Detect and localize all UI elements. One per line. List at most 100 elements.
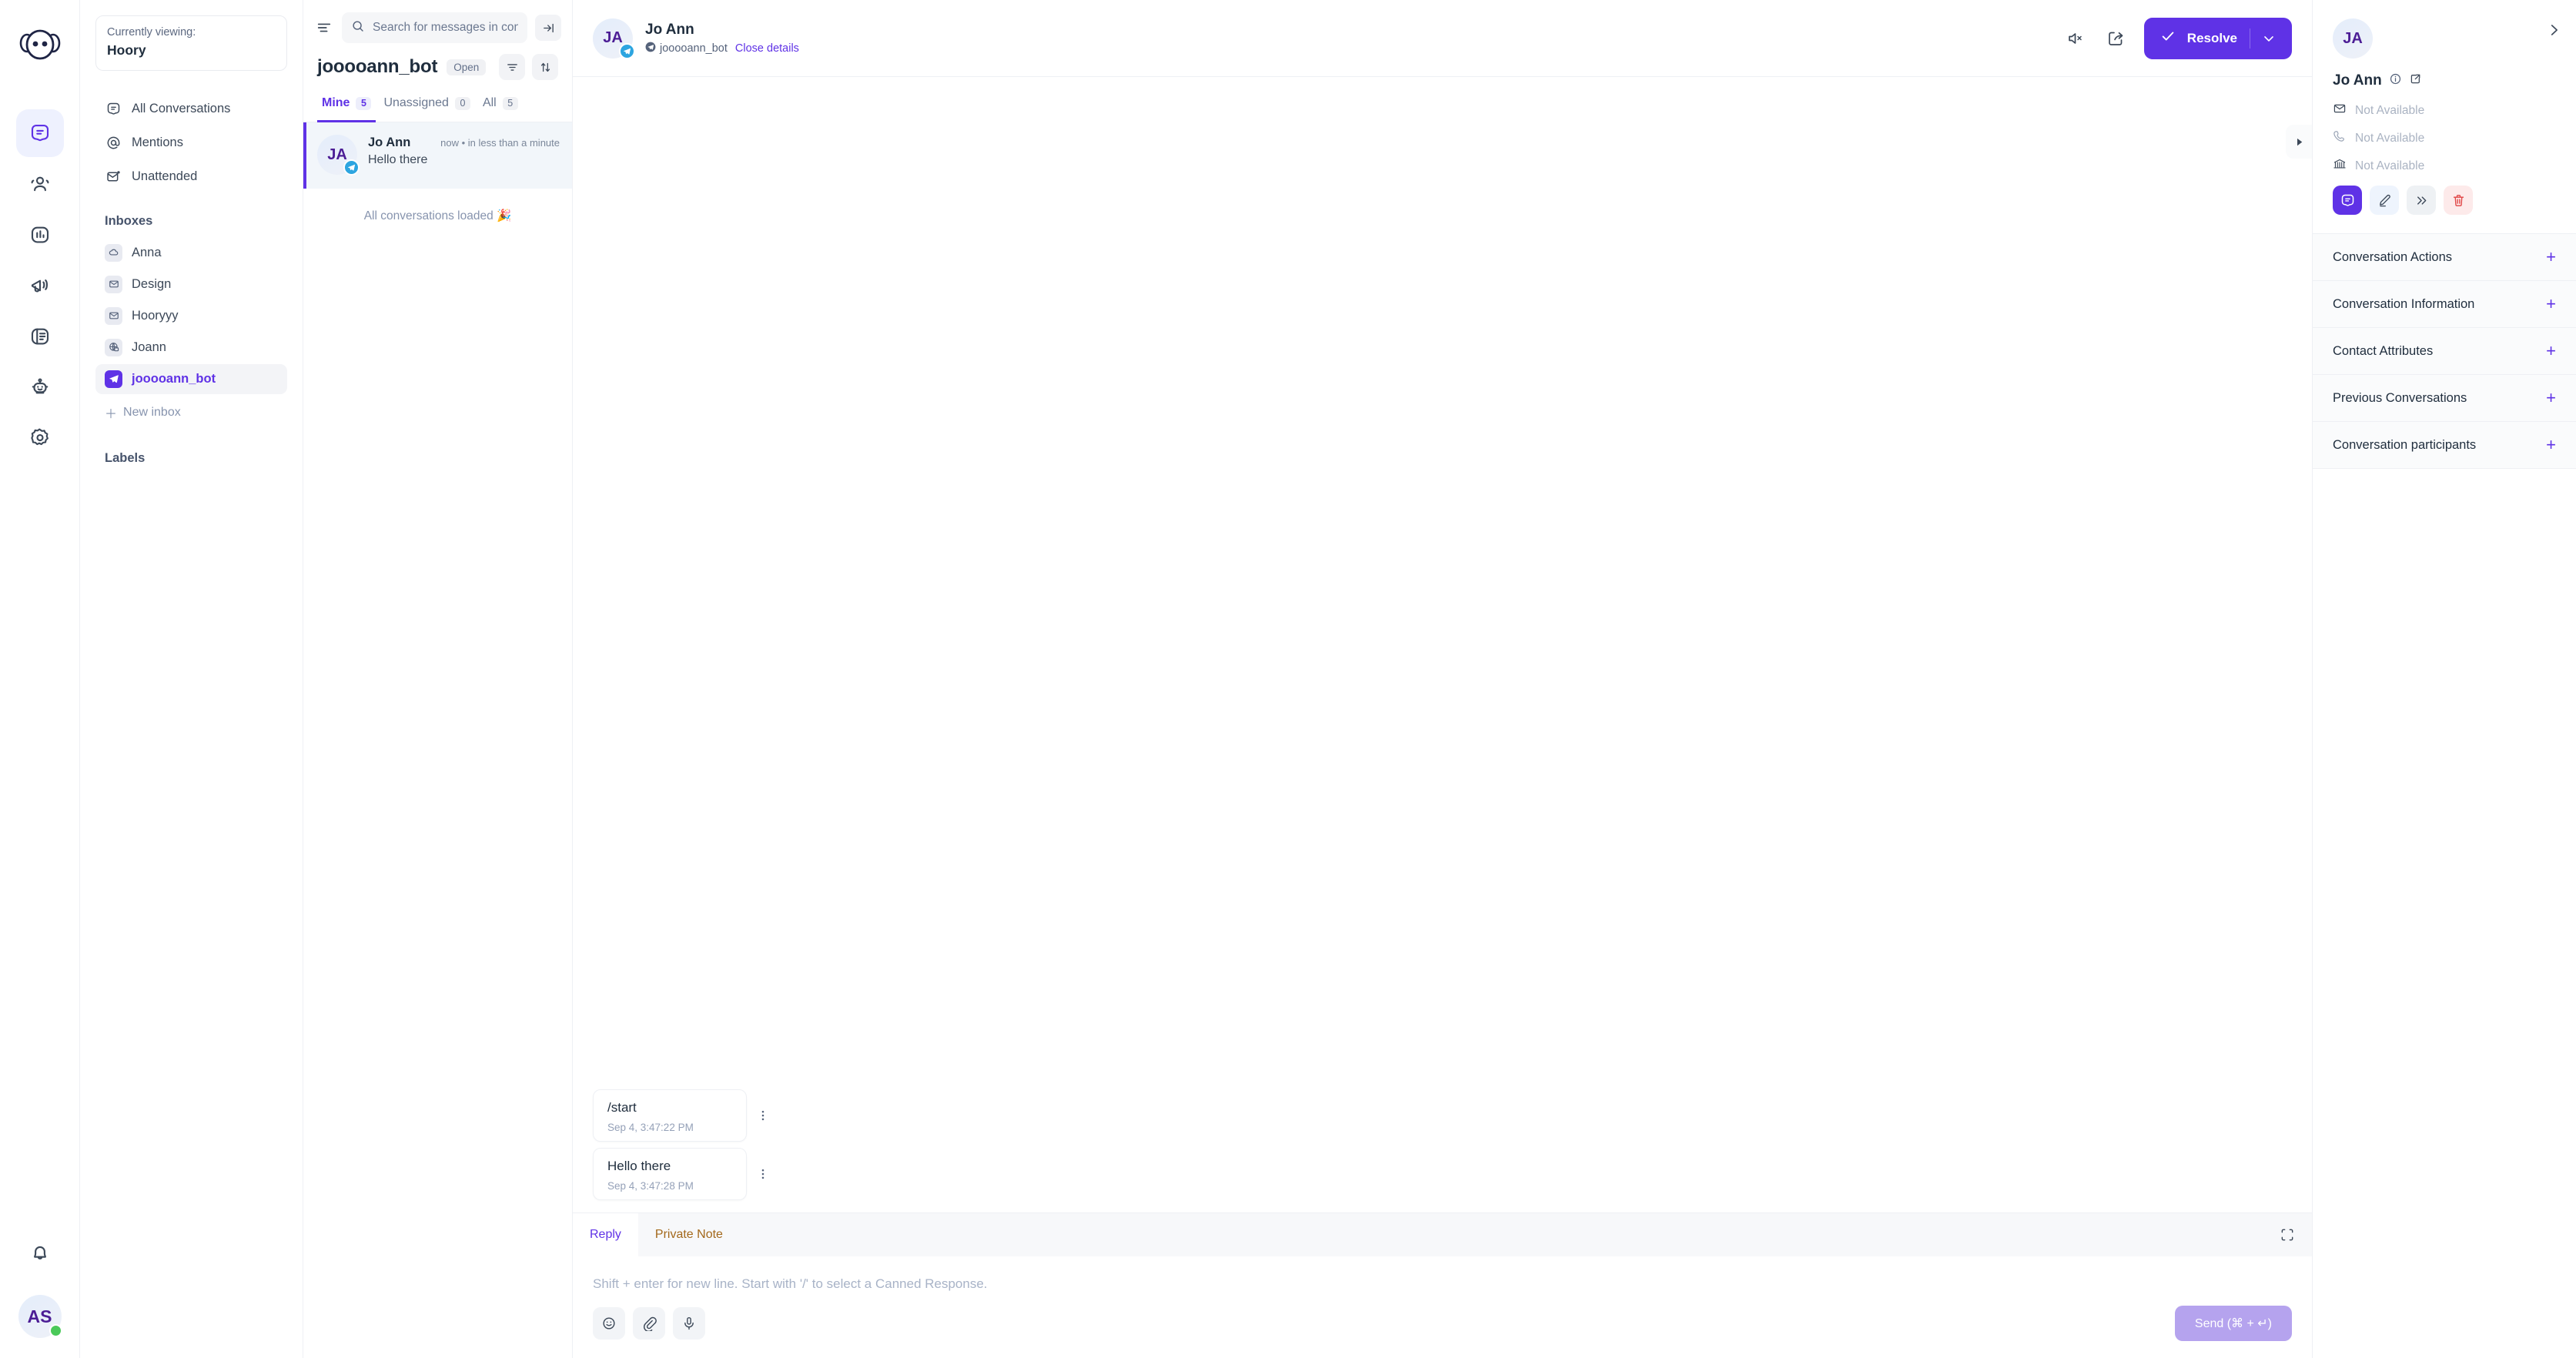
tab-count: 5: [356, 96, 372, 110]
hoory-logo-icon[interactable]: [12, 17, 68, 72]
list-item[interactable]: JA Jo Ann now • in less than a minute He…: [303, 122, 572, 189]
avatar[interactable]: AS: [18, 1295, 62, 1338]
contact-summary: JA Jo Ann Not Available Not Available No…: [2313, 0, 2576, 233]
share-export-icon[interactable]: [2104, 27, 2127, 50]
app-root: AS Currently viewing: Hoory All Conversa…: [0, 0, 2576, 1358]
sidebar-item-all-conversations[interactable]: All Conversations: [95, 94, 287, 125]
microphone-icon[interactable]: [673, 1307, 705, 1340]
list-item-header: Jo Ann now • in less than a minute: [368, 135, 560, 150]
tab-count: 0: [454, 96, 470, 110]
section-contact-attributes[interactable]: Contact Attributes +: [2313, 328, 2576, 375]
sidebar-item-unattended[interactable]: Unattended: [95, 162, 287, 192]
sort-icon[interactable]: [532, 54, 558, 80]
chat-identity: Jo Ann jooooann_bot Close details: [645, 21, 799, 56]
avatar-initials: JA: [603, 29, 623, 46]
plus-icon: ＋: [105, 407, 118, 421]
rail-item-knowledge-base[interactable]: [16, 313, 64, 360]
collapse-panel-icon[interactable]: [535, 15, 561, 41]
attachment-paperclip-icon[interactable]: [633, 1307, 665, 1340]
bell-icon[interactable]: [16, 1229, 64, 1276]
composer-footer: Send (⌘ + ↵): [573, 1301, 2312, 1358]
section-conversation-information[interactable]: Conversation Information +: [2313, 281, 2576, 328]
sidebar-inbox-hooryyy[interactable]: Hooryyy: [95, 301, 287, 331]
reply-input[interactable]: Shift + enter for new line. Start with '…: [573, 1256, 2312, 1301]
plus-icon[interactable]: +: [2546, 343, 2556, 360]
chevron-right-icon[interactable]: [2545, 22, 2562, 42]
close-details-link[interactable]: Close details: [735, 42, 799, 55]
more-vertical-icon[interactable]: [747, 1167, 779, 1181]
plus-icon[interactable]: +: [2546, 296, 2556, 313]
message-text: Hello there: [607, 1159, 671, 1174]
rail-item-campaigns[interactable]: [16, 262, 64, 309]
company-bank-icon: [2333, 157, 2347, 175]
search-box[interactable]: [342, 12, 527, 43]
sidebar-inbox-design[interactable]: Design: [95, 269, 287, 299]
inbox-label: Design: [132, 276, 172, 291]
new-inbox-button[interactable]: ＋ New inbox: [95, 396, 287, 430]
section-label: Previous Conversations: [2333, 390, 2467, 405]
rail-bottom: AS: [16, 1229, 64, 1358]
plus-icon[interactable]: +: [2546, 249, 2556, 266]
chat-inbox-name-wrap: jooooann_bot: [645, 42, 728, 55]
contact-email-value: Not Available: [2355, 103, 2425, 117]
primary-nav-rail: AS: [0, 0, 80, 1358]
rail-item-bot[interactable]: [16, 363, 64, 411]
rail-item-conversations[interactable]: [15, 109, 64, 157]
conversation-list-title-row: jooooann_bot Open: [303, 49, 572, 80]
section-previous-conversations[interactable]: Previous Conversations +: [2313, 375, 2576, 422]
tab-private-note[interactable]: Private Note: [638, 1213, 740, 1256]
expand-triangle-icon[interactable]: [2286, 125, 2312, 159]
sidebar-inbox-anna[interactable]: Anna: [95, 238, 287, 268]
chat-subheader: jooooann_bot Close details: [645, 42, 799, 55]
plus-icon[interactable]: +: [2546, 436, 2556, 453]
external-link-icon[interactable]: [2409, 72, 2422, 89]
unattended-envelope-icon: [105, 169, 122, 186]
section-conversation-actions[interactable]: Conversation Actions +: [2313, 234, 2576, 281]
send-button[interactable]: Send (⌘ + ↵): [2174, 1306, 2292, 1341]
rail-item-reports[interactable]: [16, 211, 64, 259]
rail-item-settings[interactable]: [16, 414, 64, 462]
tab-unassigned[interactable]: Unassigned 0: [379, 92, 475, 122]
resolve-button[interactable]: Resolve: [2143, 17, 2292, 59]
telegram-icon: [645, 42, 656, 55]
contact-field-company: Not Available: [2333, 157, 2556, 175]
sidebar-inbox-joooann-bot[interactable]: jooooann_bot: [95, 363, 287, 394]
tab-mine[interactable]: Mine 5: [317, 92, 376, 122]
mute-speaker-icon[interactable]: [2064, 27, 2087, 50]
phone-icon: [2333, 129, 2347, 147]
rail-item-contacts[interactable]: [16, 160, 64, 208]
delete-trash-icon[interactable]: [2444, 186, 2473, 215]
tab-reply[interactable]: Reply: [573, 1213, 638, 1256]
conversations-icon: [105, 101, 122, 118]
inbox-label: Joann: [132, 340, 166, 354]
resolve-main[interactable]: Resolve: [2149, 28, 2250, 48]
sidebar-inbox-joann[interactable]: Joann: [95, 333, 287, 363]
conversation-icon[interactable]: [2333, 186, 2362, 215]
inboxes-heading: Inboxes: [105, 213, 153, 228]
contact-field-email: Not Available: [2333, 102, 2556, 119]
expand-editor-icon[interactable]: [2277, 1224, 2298, 1246]
edit-pencil-icon[interactable]: [2370, 186, 2399, 215]
info-circle-icon[interactable]: [2389, 72, 2402, 89]
section-conversation-participants[interactable]: Conversation participants +: [2313, 422, 2576, 469]
all-conversations-loaded: All conversations loaded 🎉: [363, 209, 512, 222]
search-icon: [351, 19, 365, 37]
avatar-initials: AS: [27, 1306, 52, 1326]
filter-icon[interactable]: [499, 54, 525, 80]
merge-arrows-icon[interactable]: [2407, 186, 2436, 215]
search-input[interactable]: [373, 21, 518, 35]
emoji-icon[interactable]: [593, 1307, 625, 1340]
plus-icon[interactable]: +: [2546, 390, 2556, 406]
section-label: Conversation Actions: [2333, 249, 2453, 264]
hamburger-menu-icon[interactable]: [314, 18, 334, 38]
composer-tabs: Reply Private Note: [573, 1213, 2312, 1256]
list-item-name: Jo Ann: [368, 135, 411, 149]
more-vertical-icon[interactable]: [747, 1109, 779, 1122]
contact-action-buttons: [2333, 186, 2556, 233]
currently-viewing-account: Hoory: [107, 42, 146, 59]
currently-viewing-card[interactable]: Currently viewing: Hoory: [95, 15, 287, 71]
chevron-down-icon[interactable]: [2250, 31, 2287, 46]
sidebar-item-mentions[interactable]: Mentions: [95, 128, 287, 159]
message-composer: Reply Private Note Shift + enter for new…: [573, 1212, 2312, 1358]
tab-all[interactable]: All 5: [478, 92, 523, 122]
